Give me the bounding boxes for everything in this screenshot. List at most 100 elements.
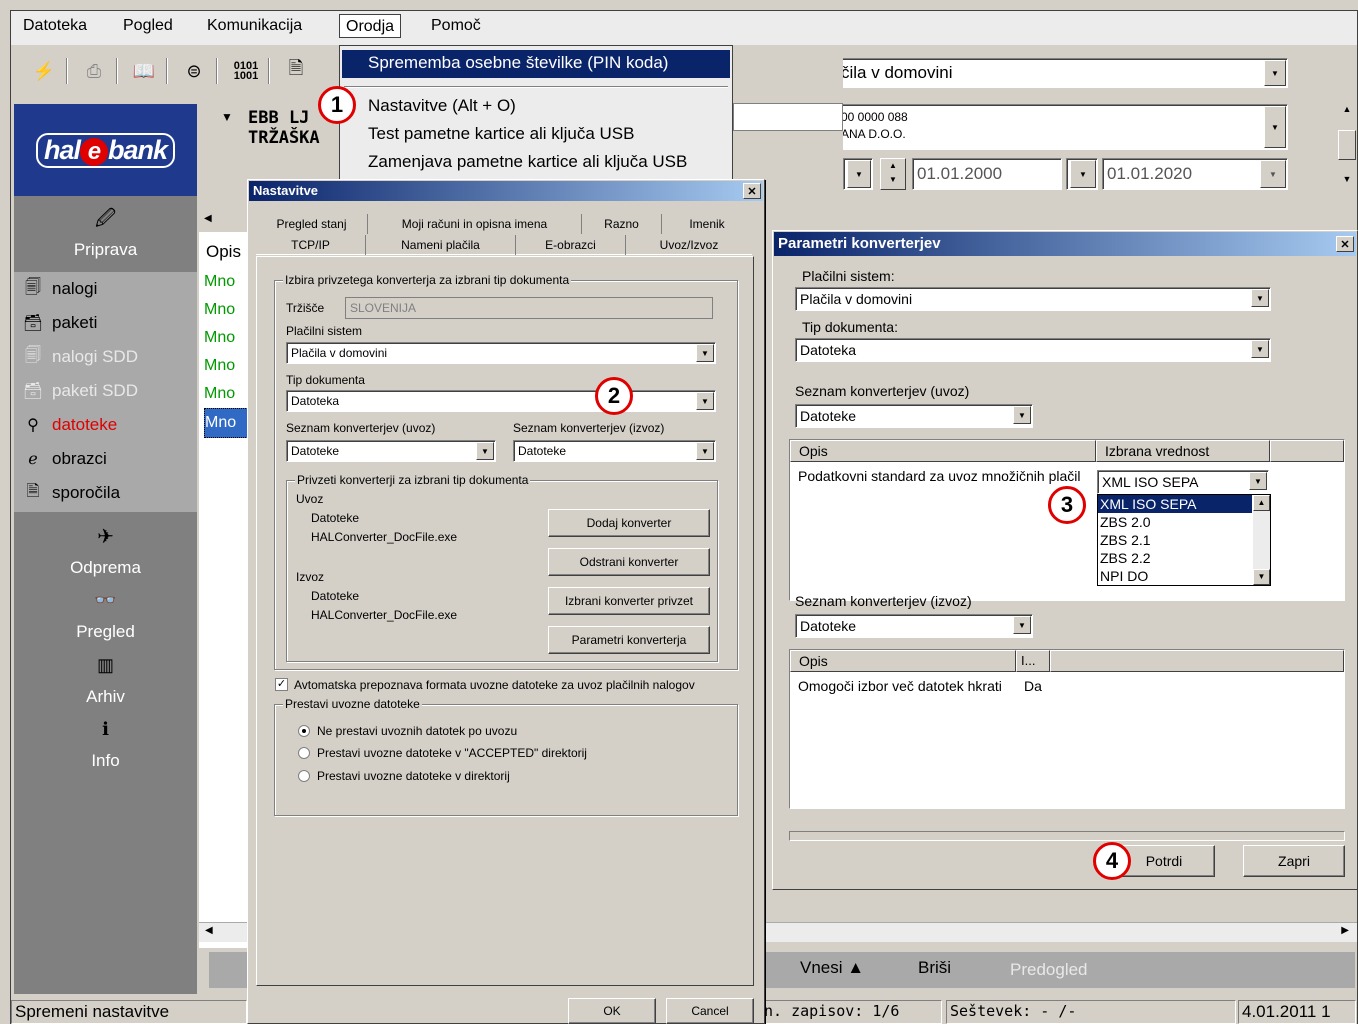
document-icon[interactable]: 🗎: [282, 58, 310, 84]
ok-button[interactable]: OK: [568, 998, 656, 1024]
close-icon[interactable]: ✕: [743, 183, 761, 199]
chevron-down-icon[interactable]: ▼: [696, 442, 714, 460]
tab-e-obrazci[interactable]: E-obrazci: [516, 235, 626, 255]
sidebar-section-arhiv[interactable]: Arhiv: [14, 687, 197, 707]
currency-icon[interactable]: ⊜: [180, 58, 208, 84]
chevron-down-icon[interactable]: ▼: [1260, 160, 1286, 188]
radio-accepted[interactable]: [298, 747, 310, 759]
tab-moji-racuni[interactable]: Moji računi in opisna imena: [368, 214, 582, 234]
dropdown-option-npi-do[interactable]: NPI DO: [1098, 567, 1270, 585]
menu-item-test-kartice[interactable]: Test pametne kartice ali ključa USB: [368, 124, 634, 144]
payment-system-combo[interactable]: čila v domovini ▼: [836, 58, 1288, 88]
grid-uvoz-row-desc[interactable]: Podatkovni standard za uvoz množičnih pl…: [798, 468, 1081, 484]
brisi-button[interactable]: Briši: [918, 958, 951, 978]
grid-uvoz-col-vrednost[interactable]: Izbrana vrednost: [1096, 440, 1270, 462]
odstrani-konverter-button[interactable]: Odstrani konverter: [548, 548, 710, 576]
lightning-icon[interactable]: ⚡: [30, 58, 58, 84]
chevron-down-icon[interactable]: ▼: [1070, 160, 1096, 188]
chevron-down-icon[interactable]: ▼: [1013, 616, 1031, 634]
cancel-button[interactable]: Cancel: [666, 998, 754, 1024]
tip-dokumenta-combo[interactable]: Datoteka ▼: [795, 338, 1271, 362]
dropdown-scrollbar[interactable]: ▲ ▼: [1253, 495, 1270, 585]
parametri-konverterja-button[interactable]: Parametri konverterja: [548, 626, 710, 654]
scroll-up-icon[interactable]: ▲: [1253, 495, 1270, 511]
tab-tcp-ip[interactable]: TCP/IP: [256, 235, 366, 255]
account-expander-icon[interactable]: ▼: [221, 110, 233, 124]
scroll-up-icon[interactable]: ▲: [1338, 104, 1356, 114]
dropdown-option-xml-iso-sepa[interactable]: XML ISO SEPA: [1098, 495, 1252, 513]
chevron-down-icon[interactable]: ▼: [1251, 289, 1269, 307]
date-spinner[interactable]: ▲ ▼: [880, 158, 906, 190]
date-from-field[interactable]: 01.01.2000: [912, 158, 1062, 190]
spin-combo[interactable]: ▼: [843, 158, 873, 190]
placilni-sistem-combo[interactable]: Plačila v domovini ▼: [795, 287, 1271, 311]
chevron-down-icon[interactable]: ▼: [696, 344, 714, 362]
chevron-down-icon[interactable]: ▼: [1264, 60, 1286, 86]
sidebar-item-nalogi[interactable]: 🗐 nalogi: [14, 272, 197, 306]
vnesi-button[interactable]: Vnesi ▲: [800, 958, 864, 978]
list-item[interactable]: Mno: [204, 296, 248, 324]
list-hscroll-top[interactable]: ◀: [199, 208, 249, 232]
tab-uvoz-izvoz[interactable]: Uvoz/Izvoz: [626, 235, 752, 255]
scroll-down-icon[interactable]: ▼: [1253, 569, 1270, 585]
date-from-combo[interactable]: ▼: [1066, 158, 1098, 190]
dropdown-option-zbs-2-2[interactable]: ZBS 2.2: [1098, 549, 1270, 567]
radio-ne-prestavi[interactable]: [298, 725, 310, 737]
zapri-button[interactable]: Zapri: [1243, 845, 1345, 877]
sidebar-item-nalogi-sdd[interactable]: 🗐 nalogi SDD: [14, 340, 197, 374]
menu-komunikacija[interactable]: Komunikacija: [201, 14, 308, 38]
placilni-sistem-combo[interactable]: Plačila v domovini ▼: [286, 342, 716, 364]
menu-item-zamenjava-kartice[interactable]: Zamenjava pametne kartice ali ključa USB: [368, 152, 687, 172]
dropdown-option-zbs-2-1[interactable]: ZBS 2.1: [1098, 531, 1270, 549]
tip-dokumenta-combo[interactable]: Datoteka ▼: [286, 390, 716, 412]
sidebar-item-paketi-sdd[interactable]: 🗃 paketi SDD: [14, 374, 197, 408]
grid-uvoz-value-combo[interactable]: XML ISO SEPA ▼: [1097, 470, 1269, 494]
account-combo[interactable]: 00 0000 088 ANA D.O.O. ▼: [836, 104, 1288, 150]
dropdown-option-zbs-2-0[interactable]: ZBS 2.0: [1098, 513, 1270, 531]
seznam-izvoz-combo[interactable]: Datoteke ▼: [513, 440, 716, 462]
menu-pomoc[interactable]: Pomoč: [425, 14, 487, 38]
sidebar-item-paketi[interactable]: 🗃 paketi: [14, 306, 197, 340]
chevron-down-icon[interactable]: ▼: [847, 160, 871, 188]
seznam-izvoz-combo[interactable]: Datoteke ▼: [795, 614, 1033, 638]
chevron-down-icon[interactable]: ▼: [696, 392, 714, 410]
dodaj-konverter-button[interactable]: Dodaj konverter: [548, 509, 710, 537]
book-icon[interactable]: 📖: [130, 58, 158, 84]
grid-izvoz-col-opis[interactable]: Opis: [790, 650, 1016, 672]
menu-datoteka[interactable]: Datoteka: [17, 14, 93, 38]
menu-pogled[interactable]: Pogled: [117, 14, 179, 38]
sidebar-section-odprema[interactable]: Odprema: [14, 558, 197, 578]
chevron-down-icon[interactable]: ▼: [1264, 106, 1286, 148]
main-scrollbar[interactable]: ▲ ▼: [1338, 104, 1356, 200]
list-item[interactable]: Mno: [204, 380, 248, 408]
grid-izvoz-row-desc[interactable]: Omogoči izbor več datotek hkrati: [798, 678, 1002, 694]
tab-razno[interactable]: Razno: [582, 214, 662, 234]
chevron-down-icon[interactable]: ▼: [1249, 472, 1267, 490]
sidebar-section-priprava[interactable]: Priprava: [14, 240, 197, 260]
menu-item-pin[interactable]: Sprememba osebne številke (PIN koda): [342, 50, 730, 78]
sidebar-section-info[interactable]: Info: [14, 751, 197, 771]
tab-pregled-stanj[interactable]: Pregled stanj: [256, 214, 368, 234]
sidebar-item-obrazci[interactable]: ℯ obrazci: [14, 442, 197, 476]
sidebar-item-sporocila[interactable]: 🗎 sporočila: [14, 476, 197, 510]
list-item[interactable]: Mno: [204, 324, 248, 352]
scroll-thumb[interactable]: [1338, 130, 1356, 160]
radio-direktorij[interactable]: [298, 770, 310, 782]
sidebar-item-datoteke[interactable]: ⚲ datoteke: [14, 408, 197, 442]
auto-detect-checkbox[interactable]: ✓: [275, 678, 288, 691]
list-item[interactable]: Mno: [204, 352, 248, 380]
tab-imenik[interactable]: Imenik: [662, 214, 752, 234]
grid-izvoz-col-i[interactable]: I...: [1016, 650, 1050, 672]
seznam-uvoz-combo[interactable]: Datoteke ▼: [795, 404, 1033, 428]
scroll-down-icon[interactable]: ▼: [1338, 174, 1356, 184]
izbrani-konverter-privzet-button[interactable]: Izbrani konverter privzet: [548, 587, 710, 615]
scroll-right-icon[interactable]: ▶: [1341, 925, 1349, 936]
grid-izvoz-row-value[interactable]: Da: [1024, 678, 1042, 694]
binary-icon[interactable]: 0101 1001: [232, 58, 260, 84]
menu-item-nastavitve[interactable]: Nastavitve (Alt + O): [368, 96, 516, 116]
seznam-uvoz-combo[interactable]: Datoteke ▼: [286, 440, 496, 462]
sidebar-section-pregled[interactable]: Pregled: [14, 622, 197, 642]
chevron-down-icon[interactable]: ▼: [1013, 406, 1031, 424]
list-item[interactable]: Mno: [204, 408, 248, 438]
list-header-opis[interactable]: Opis: [206, 242, 241, 262]
